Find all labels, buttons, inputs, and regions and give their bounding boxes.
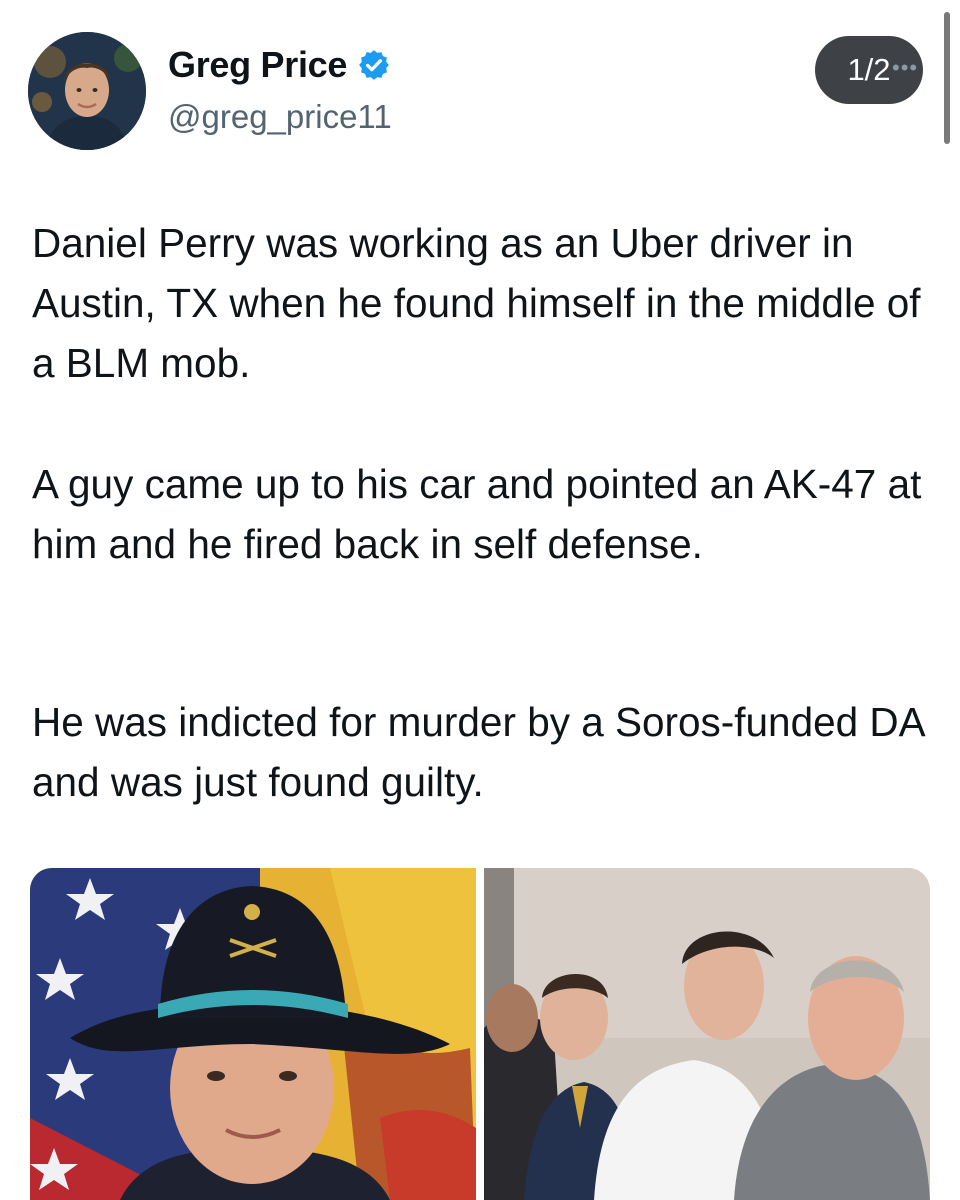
tweet-paragraph-2: A guy came up to his car and pointed an …	[32, 461, 922, 567]
portrait-photo-cavalry-hat-icon	[30, 868, 476, 1200]
tweet-paragraph-3: He was indicted for murder by a Soros-fu…	[32, 699, 924, 805]
verified-badge-icon	[359, 50, 389, 80]
author-handle[interactable]: @greg_price11	[168, 98, 392, 136]
scrollbar[interactable]	[944, 12, 950, 144]
courtroom-photo-icon	[484, 868, 930, 1200]
author-display-name[interactable]: Greg Price	[168, 44, 347, 86]
media-image-2[interactable]	[484, 868, 930, 1200]
more-options-icon[interactable]: •••	[892, 55, 918, 81]
media-image-1[interactable]	[30, 868, 476, 1200]
profile-photo-icon	[28, 32, 146, 150]
tweet-paragraph-1: Daniel Perry was working as an Uber driv…	[32, 220, 921, 386]
avatar[interactable]	[28, 32, 146, 150]
author-name-row[interactable]: Greg Price	[168, 44, 391, 86]
